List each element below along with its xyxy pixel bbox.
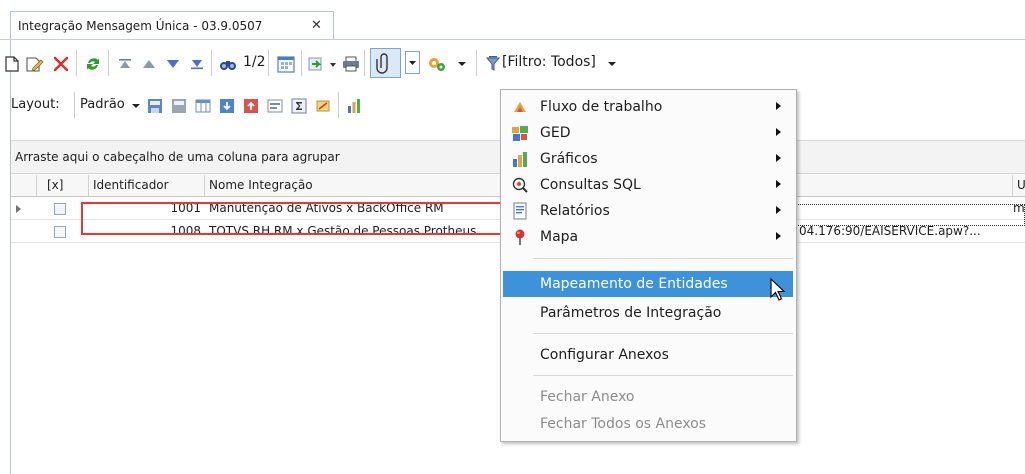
save-layout-icon[interactable] <box>144 92 166 120</box>
submenu-arrow-icon <box>776 232 781 240</box>
cell-nome-integracao: TOTVS RH RM x Gestão de Pessoas Protheus <box>209 224 477 238</box>
columns-icon[interactable] <box>192 92 214 120</box>
menu-item-label: Fechar Todos os Anexos <box>540 416 707 432</box>
layout-label: Layout: <box>11 97 60 112</box>
current-row-indicator-icon <box>16 205 21 213</box>
group-by-hint: Arraste aqui o cabeçalho de uma coluna p… <box>15 150 340 164</box>
tab-title: Integração Mensagem Única - 03.9.0507 <box>18 19 263 33</box>
menu-item-mapeamento-de-entidades[interactable]: Mapeamento de Entidades <box>503 271 793 297</box>
filter-icon[interactable] <box>482 50 504 78</box>
mouse-pointer-icon <box>770 277 786 305</box>
menu-item-label: Fechar Anexo <box>540 389 635 405</box>
edit-record-icon[interactable] <box>24 50 46 78</box>
toolbar-separator <box>108 50 109 76</box>
ged-icon <box>511 124 529 142</box>
chart-icon <box>511 150 529 168</box>
row-indicator-header <box>11 175 37 197</box>
menu-item-label: Fluxo de trabalho <box>540 99 663 115</box>
save-as-layout-icon[interactable] <box>168 92 190 120</box>
find-icon[interactable] <box>217 50 239 78</box>
toolbar-separator <box>338 92 339 118</box>
menu-item-parametros-de-integracao[interactable]: Parâmetros de Integração <box>503 300 793 326</box>
menu-item-label: Configurar Anexos <box>540 347 669 363</box>
menu-item-label: Gráficos <box>540 151 598 167</box>
filter-label[interactable]: [Filtro: Todos] <box>502 54 596 70</box>
group-panel-icon[interactable] <box>264 92 286 120</box>
document-tabstrip: Integração Mensagem Única - 03.9.0507 ✕ <box>0 0 1025 40</box>
toolbar-separator <box>476 50 477 76</box>
processes-icon[interactable] <box>425 50 449 78</box>
submenu-arrow-icon <box>776 128 781 136</box>
toolbar-separator <box>364 50 365 76</box>
print-icon[interactable] <box>340 50 362 78</box>
menu-divider <box>533 333 793 334</box>
menu-item-configurar-anexos[interactable]: Configurar Anexos <box>503 342 793 368</box>
report-icon <box>511 202 529 220</box>
submenu-arrow-icon <box>776 154 781 162</box>
filter-dropdown-icon[interactable] <box>604 50 620 78</box>
tab-integracao[interactable]: Integração Mensagem Única - 03.9.0507 ✕ <box>10 11 334 40</box>
column-header-identificador[interactable]: Identificador <box>89 175 205 197</box>
first-record-icon[interactable] <box>114 50 136 78</box>
toolbar-separator <box>301 50 302 76</box>
focused-cell-outline <box>780 204 1025 226</box>
menu-item-mapa[interactable]: Mapa <box>503 224 793 250</box>
processes-dropdown-icon[interactable] <box>454 50 470 78</box>
menu-divider <box>533 375 793 376</box>
row-select-checkbox[interactable] <box>54 226 66 238</box>
menu-divider <box>533 258 793 259</box>
menu-item-label: Consultas SQL <box>540 177 641 193</box>
chart-icon[interactable] <box>343 92 365 120</box>
main-toolbar: 1/2 [Filtro: Todos] <box>5 44 1025 84</box>
menu-item-label: Relatórios <box>540 203 610 219</box>
export-icon[interactable] <box>306 50 340 78</box>
layout-select[interactable]: Padrão <box>80 97 125 112</box>
calendar-grid-icon[interactable] <box>275 50 297 78</box>
submenu-arrow-icon <box>776 102 781 110</box>
submenu-arrow-icon <box>776 180 781 188</box>
attachments-menu: Fluxo de trabalho GED Gráficos Consultas… <box>500 89 797 442</box>
column-header-url[interactable]: U <box>1013 175 1025 197</box>
cell-identificador: 1001 <box>170 201 201 215</box>
export-layout-icon[interactable] <box>240 92 262 120</box>
menu-item-consultas-sql[interactable]: Consultas SQL <box>503 172 793 198</box>
highlight-icon[interactable] <box>312 92 334 120</box>
sql-query-icon <box>511 176 529 194</box>
menu-item-ged[interactable]: GED <box>503 120 793 146</box>
cell-identificador: 1008 <box>170 224 201 238</box>
menu-item-label: Parâmetros de Integração <box>540 305 722 321</box>
next-record-icon[interactable] <box>162 50 184 78</box>
new-record-icon[interactable] <box>2 50 22 78</box>
toolbar-separator <box>268 50 269 76</box>
import-layout-icon[interactable] <box>216 92 238 120</box>
submenu-arrow-icon <box>776 206 781 214</box>
cell-nome-integracao: Manutenção de Ativos x BackOffice RM <box>209 201 444 215</box>
menu-item-fluxo-de-trabalho[interactable]: Fluxo de trabalho <box>503 94 793 120</box>
map-pin-icon <box>511 228 529 246</box>
previous-record-icon[interactable] <box>138 50 160 78</box>
toolbar-separator <box>211 50 212 76</box>
column-header-select[interactable]: [x] <box>37 175 89 197</box>
toolbar-separator <box>76 50 77 76</box>
menu-item-graficos[interactable]: Gráficos <box>503 146 793 172</box>
menu-item-relatorios[interactable]: Relatórios <box>503 198 793 224</box>
workflow-icon <box>511 98 529 116</box>
menu-item-fechar-anexo: Fechar Anexo <box>503 384 793 410</box>
menu-item-label: Mapa <box>540 229 579 245</box>
row-select-checkbox[interactable] <box>54 203 66 215</box>
menu-item-fechar-todos-os-anexos: Fechar Todos os Anexos <box>503 411 793 437</box>
delete-icon[interactable] <box>50 50 72 78</box>
menu-item-label: Mapeamento de Entidades <box>540 276 728 292</box>
last-record-icon[interactable] <box>186 50 208 78</box>
page-indicator: 1/2 <box>243 54 266 70</box>
menu-item-label: GED <box>540 125 571 141</box>
layout-dropdown-icon[interactable] <box>130 92 142 120</box>
tab-close-icon[interactable]: ✕ <box>311 18 322 33</box>
refresh-icon[interactable] <box>82 50 104 78</box>
toolbar-separator <box>74 92 75 118</box>
summary-icon[interactable] <box>288 92 310 120</box>
